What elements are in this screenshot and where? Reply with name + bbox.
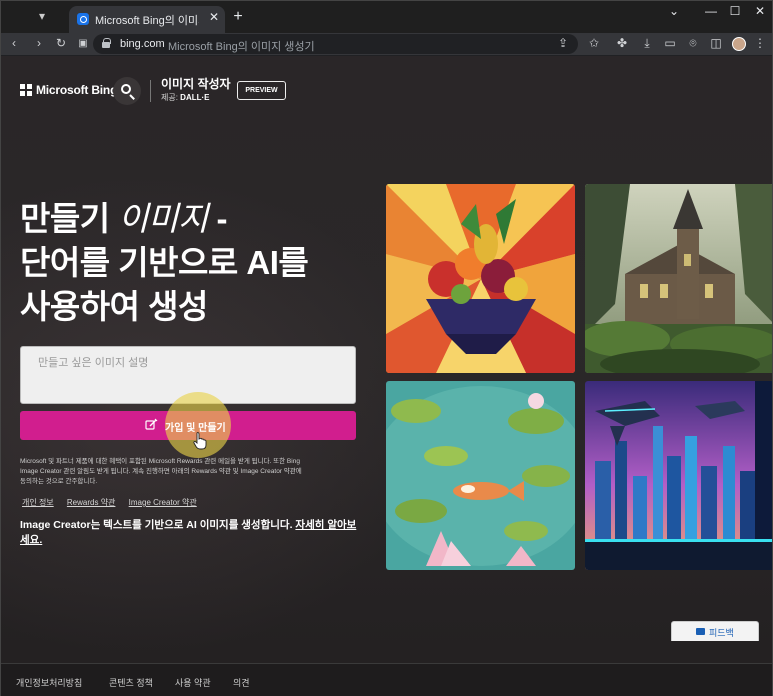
feedback-icon [696, 628, 705, 635]
reload-icon[interactable]: ↻ [53, 35, 69, 52]
footer-feedback-link[interactable]: 의견 [233, 676, 250, 689]
page-footer: 개인정보처리방침 콘텐츠 정책 사용 약관 의견 [1, 663, 772, 696]
sample-image-castle[interactable] [585, 184, 772, 373]
tab-strip: ▾ Microsoft Bing의 이미지 생성기 ✕ + ⌄ — ☐ ✕ [1, 1, 772, 33]
sidebar-icon[interactable]: ◫ [708, 35, 724, 52]
browser-window: ▾ Microsoft Bing의 이미지 생성기 ✕ + ⌄ — ☐ ✕ ‹ … [0, 0, 773, 696]
minimize-icon[interactable]: — [704, 4, 718, 18]
site-header: Microsoft Bing 이미지 작성자 제공: DALL·E PREVIE… [1, 56, 772, 126]
menu-icon[interactable]: ⋮ [752, 35, 768, 52]
tab-title: Microsoft Bing의 이미지 생성기 [95, 15, 199, 27]
search-button[interactable] [113, 77, 141, 105]
extensions-icon[interactable]: ✤ [614, 35, 630, 52]
profile-avatar[interactable] [732, 37, 746, 51]
product-subtitle: 제공: DALL·E [161, 93, 210, 102]
url-path: Microsoft Bing의 이미지 생성기 [168, 41, 315, 53]
bookmark-icon[interactable]: ✩ [586, 35, 602, 52]
sample-image-fruit-bowl[interactable] [386, 184, 575, 373]
address-bar[interactable]: bing.com Microsoft Bing의 이미지 생성기 ⇪ [93, 34, 578, 54]
browser-toolbar: ‹ › ↻ ▣ bing.com Microsoft Bing의 이미지 생성기… [1, 33, 772, 55]
new-tab-icon[interactable]: + [230, 8, 246, 26]
screenshot-icon[interactable]: ⌾ [685, 35, 701, 52]
preview-badge: PREVIEW [237, 81, 286, 100]
hero-title: 만들기 이미지 - 단어를 기반으로 AI를 사용하여 생성 [20, 200, 309, 325]
notion-extension-icon[interactable]: ▣ [75, 35, 91, 52]
legal-notice: Microsoft 및 파트너 제품에 대한 혜택이 포함된 Microsoft… [20, 458, 302, 485]
rewards-terms-link[interactable]: Rewards 약관 [67, 498, 116, 507]
cast-icon[interactable]: ▭ [662, 35, 678, 52]
hand-cursor-icon [193, 432, 207, 450]
forward-icon[interactable]: › [31, 35, 47, 52]
search-icon [121, 84, 131, 94]
footer-privacy-link[interactable]: 개인정보처리방침 [16, 676, 82, 689]
create-icon [145, 418, 158, 430]
image-creator-terms-link[interactable]: Image Creator 약관 [129, 498, 197, 507]
tab-search-icon[interactable]: ▾ [31, 5, 53, 27]
lock-icon [102, 38, 111, 48]
share-icon[interactable]: ⇪ [555, 35, 571, 52]
active-tab[interactable]: Microsoft Bing의 이미지 생성기 ✕ [69, 6, 225, 33]
tab-close-icon[interactable]: ✕ [207, 10, 221, 24]
footer-terms-link[interactable]: 사용 약관 [175, 676, 211, 689]
header-divider [150, 80, 151, 102]
product-title: 이미지 작성자 [161, 77, 231, 91]
privacy-link[interactable]: 개인 정보 [22, 498, 54, 507]
url-host: bing.com [120, 38, 165, 50]
about-text: Image Creator는 텍스트를 기반으로 AI 이미지를 생성합니다. … [20, 519, 357, 546]
download-icon[interactable]: ⤓ [639, 35, 655, 52]
back-icon[interactable]: ‹ [6, 35, 22, 52]
feedback-label: 피드백 [709, 628, 734, 638]
tab-list-icon[interactable]: ⌄ [667, 4, 681, 18]
microsoft-logo-icon[interactable] [20, 84, 32, 96]
maximize-icon[interactable]: ☐ [728, 4, 742, 18]
footer-content-policy-link[interactable]: 콘텐츠 정책 [109, 676, 153, 689]
bing-favicon-icon [77, 13, 89, 25]
close-window-icon[interactable]: ✕ [753, 4, 767, 18]
sample-image-future-city[interactable] [585, 381, 772, 570]
terms-links: 개인 정보 Rewards 약관 Image Creator 약관 [22, 497, 208, 508]
brand-name[interactable]: Microsoft Bing [36, 83, 117, 97]
sample-image-koi-pond[interactable] [386, 381, 575, 570]
page-content: Microsoft Bing 이미지 작성자 제공: DALL·E PREVIE… [1, 56, 772, 696]
feedback-button[interactable]: 피드백 [671, 621, 759, 641]
